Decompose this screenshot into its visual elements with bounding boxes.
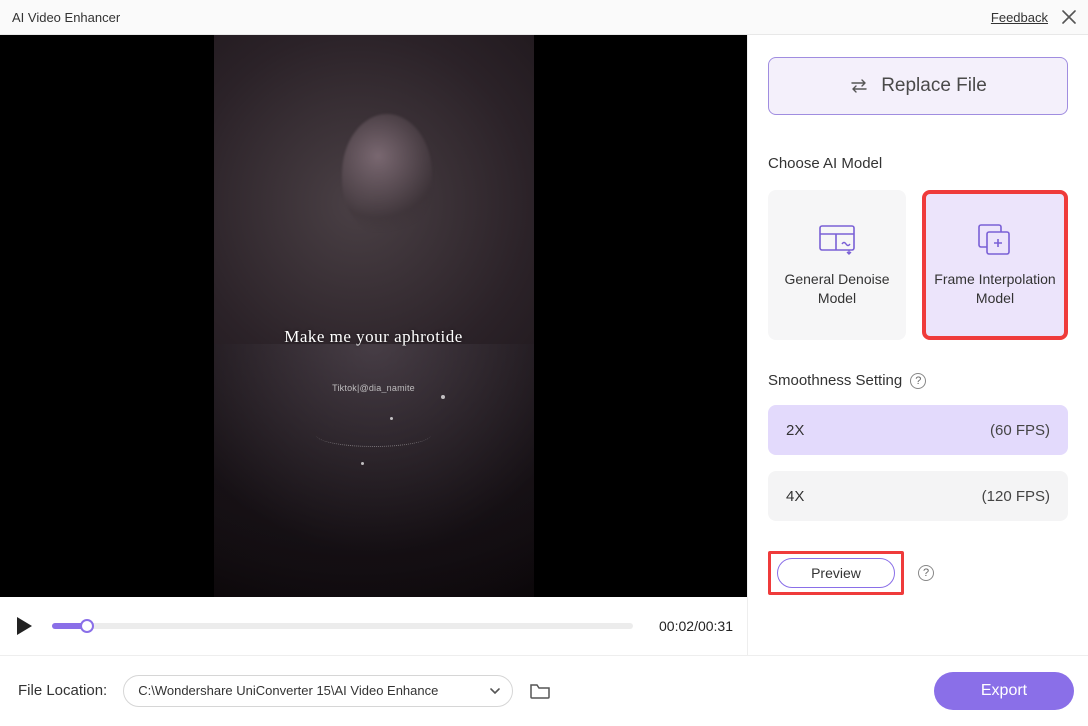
time-total: 00:31 (698, 618, 733, 634)
play-icon (13, 615, 35, 637)
preview-button-label: Preview (811, 565, 861, 581)
replace-file-button[interactable]: Replace File (768, 57, 1068, 115)
preview-highlight: Preview (768, 551, 904, 595)
settings-panel: Replace File Choose AI Model General Den… (748, 35, 1088, 655)
smoothness-label: Smoothness Setting (768, 372, 902, 389)
video-viewport: Make me your aphrotide Tiktok|@dia_namit… (0, 35, 747, 597)
export-button[interactable]: Export (934, 672, 1074, 710)
smoothness-option-2x[interactable]: 2X (60 FPS) (768, 405, 1068, 455)
model-card-interpolation[interactable]: Frame Interpolation Model (922, 190, 1068, 340)
main-area: Make me your aphrotide Tiktok|@dia_namit… (0, 35, 1088, 655)
preview-pane: Make me your aphrotide Tiktok|@dia_namit… (0, 35, 748, 655)
video-handle: Tiktok|@dia_namite (214, 383, 534, 393)
smoothness-fps: (60 FPS) (990, 422, 1050, 439)
smoothness-factor: 4X (786, 488, 804, 505)
feedback-link[interactable]: Feedback (991, 10, 1048, 25)
model-card-label: General Denoise Model (768, 270, 906, 308)
seek-slider[interactable] (52, 623, 633, 629)
file-location-label: File Location: (18, 682, 107, 699)
interpolation-icon (975, 222, 1015, 256)
video-caption: Make me your aphrotide (214, 327, 534, 347)
export-button-label: Export (981, 682, 1027, 700)
smoothness-options: 2X (60 FPS) 4X (120 FPS) (768, 405, 1068, 521)
smoothness-option-4x[interactable]: 4X (120 FPS) (768, 471, 1068, 521)
player-controls: 00:02/00:31 (0, 597, 747, 655)
titlebar-right: Feedback (991, 10, 1076, 25)
video-frame-image: Make me your aphrotide Tiktok|@dia_namit… (214, 35, 534, 597)
smoothness-factor: 2X (786, 422, 804, 439)
timecode: 00:02/00:31 (647, 618, 733, 634)
folder-icon[interactable] (529, 682, 551, 700)
help-icon[interactable]: ? (918, 565, 934, 581)
denoise-icon (816, 222, 858, 256)
smoothness-label-row: Smoothness Setting ? (768, 372, 1078, 389)
help-icon[interactable]: ? (910, 373, 926, 389)
close-icon[interactable] (1062, 10, 1076, 24)
model-card-label: Frame Interpolation Model (926, 270, 1064, 308)
file-location-path: C:\Wondershare UniConverter 15\AI Video … (138, 683, 438, 698)
chevron-down-icon (489, 686, 501, 696)
replace-file-label: Replace File (881, 75, 987, 97)
footer: File Location: C:\Wondershare UniConvert… (0, 655, 1088, 725)
choose-model-label: Choose AI Model (768, 155, 1078, 172)
preview-button[interactable]: Preview (777, 558, 895, 588)
swap-icon (849, 79, 869, 93)
model-card-denoise[interactable]: General Denoise Model (768, 190, 906, 340)
titlebar: AI Video Enhancer Feedback (0, 0, 1088, 35)
file-location-select[interactable]: C:\Wondershare UniConverter 15\AI Video … (123, 675, 513, 707)
smoothness-fps: (120 FPS) (982, 488, 1050, 505)
model-options: General Denoise Model Frame Interpolatio… (768, 190, 1068, 340)
play-button[interactable] (10, 612, 38, 640)
preview-row: Preview ? (768, 551, 1078, 595)
app-title: AI Video Enhancer (12, 10, 120, 25)
time-current: 00:02 (659, 618, 694, 634)
